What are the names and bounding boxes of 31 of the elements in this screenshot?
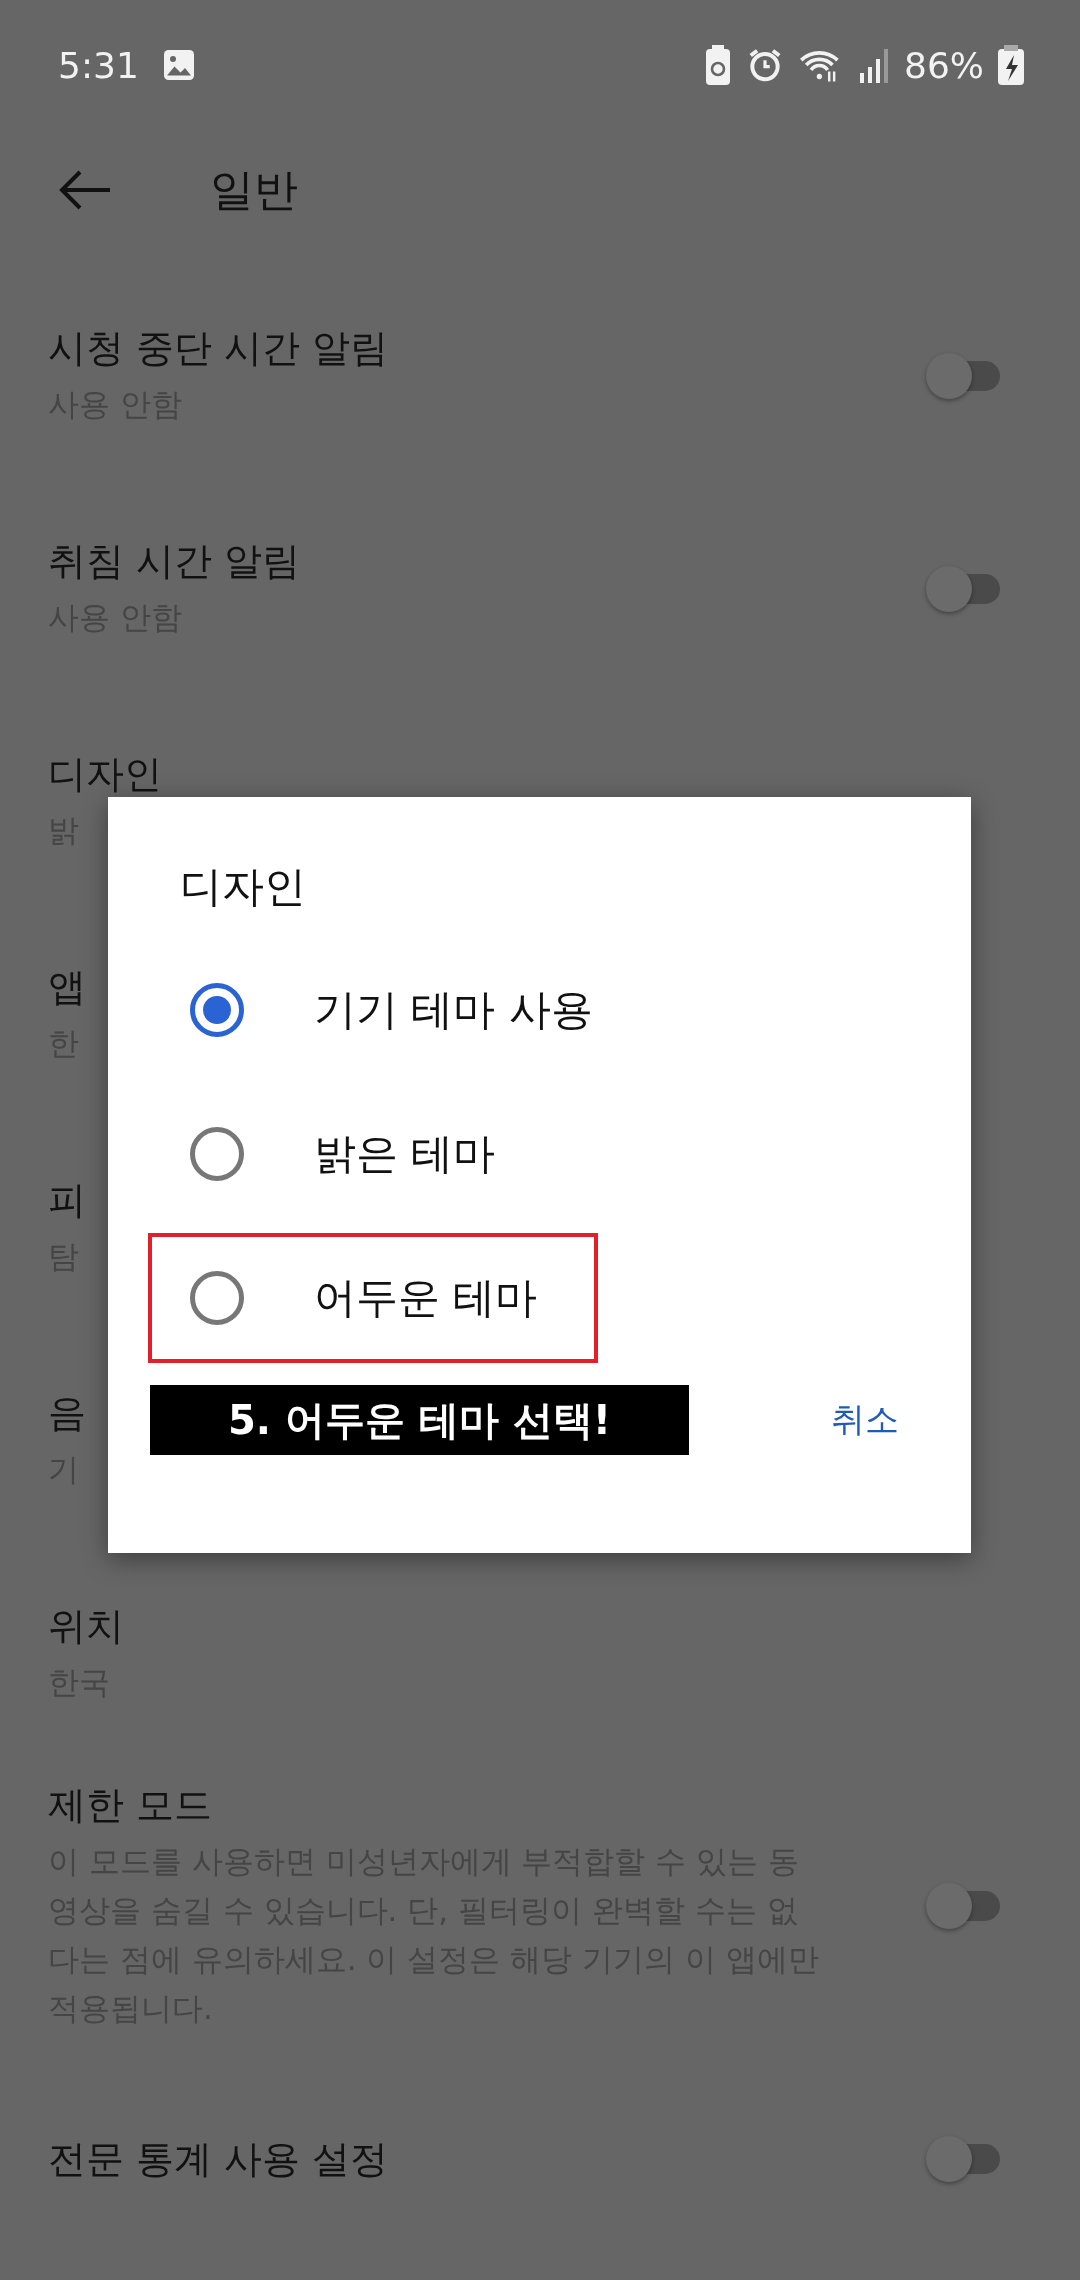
setting-title: 디자인: [48, 751, 162, 798]
option-row[interactable]: 밝은 테마: [148, 1089, 598, 1219]
setting-title: 앱: [48, 964, 86, 1011]
cancel-button[interactable]: 취소: [819, 1383, 911, 1457]
option-label[interactable]: 기기 테마 사용: [314, 982, 593, 1038]
page-title: 일반: [210, 162, 298, 217]
option-row[interactable]: 기기 테마 사용: [148, 945, 598, 1075]
setting-title: 위치: [48, 1603, 124, 1650]
setting-title: 피: [48, 1177, 86, 1224]
status-time: 5:31: [58, 44, 139, 86]
toggle-switch[interactable]: [926, 565, 1000, 612]
radio-button[interactable]: [190, 983, 244, 1037]
option-label[interactable]: 밝은 테마: [314, 1126, 496, 1182]
radio-button[interactable]: [190, 1271, 244, 1325]
setting-title: 전문 통계 사용 설정: [48, 2135, 389, 2183]
battery-percent: 86%: [904, 44, 984, 86]
toggle-switch[interactable]: [926, 352, 1000, 399]
setting-title: 취침 시간 알림: [48, 538, 301, 585]
dialog-title: 디자인: [180, 861, 306, 913]
toggle-switch[interactable]: [926, 2135, 1000, 2182]
radio-button[interactable]: [190, 1127, 244, 1181]
signal-icon: [858, 47, 890, 83]
option-label[interactable]: 어두운 테마: [314, 1270, 538, 1326]
option-row[interactable]: 어두운 테마: [148, 1233, 598, 1363]
setting-title: 제한 모드: [48, 1782, 213, 1829]
setting-title: 시청 중단 시간 알림: [48, 325, 389, 372]
setting-title: 음: [48, 1390, 86, 1437]
battery-charging-icon: [998, 45, 1024, 85]
toggle-switch[interactable]: [926, 1883, 1000, 1929]
battery-saver-icon: [704, 45, 732, 85]
annotation-label: 5. 어두운 테마 선택!: [150, 1385, 689, 1455]
